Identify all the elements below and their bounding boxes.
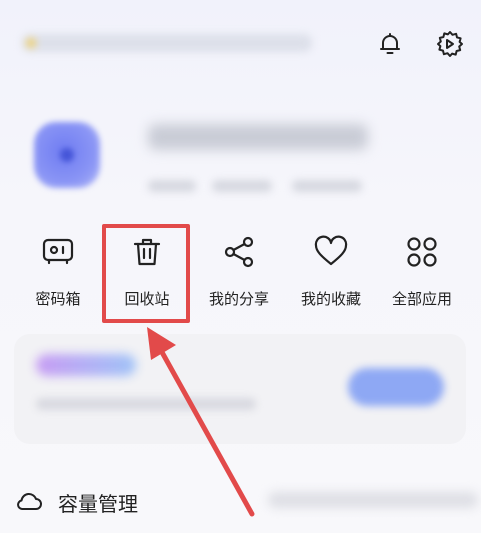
- storage-label: 容量管理: [58, 492, 138, 516]
- annotation-arrow: [147, 327, 255, 517]
- storage-info-blurred: [268, 492, 478, 508]
- cloud-icon: [14, 486, 44, 516]
- storage-management-row[interactable]: 容量管理: [14, 484, 478, 520]
